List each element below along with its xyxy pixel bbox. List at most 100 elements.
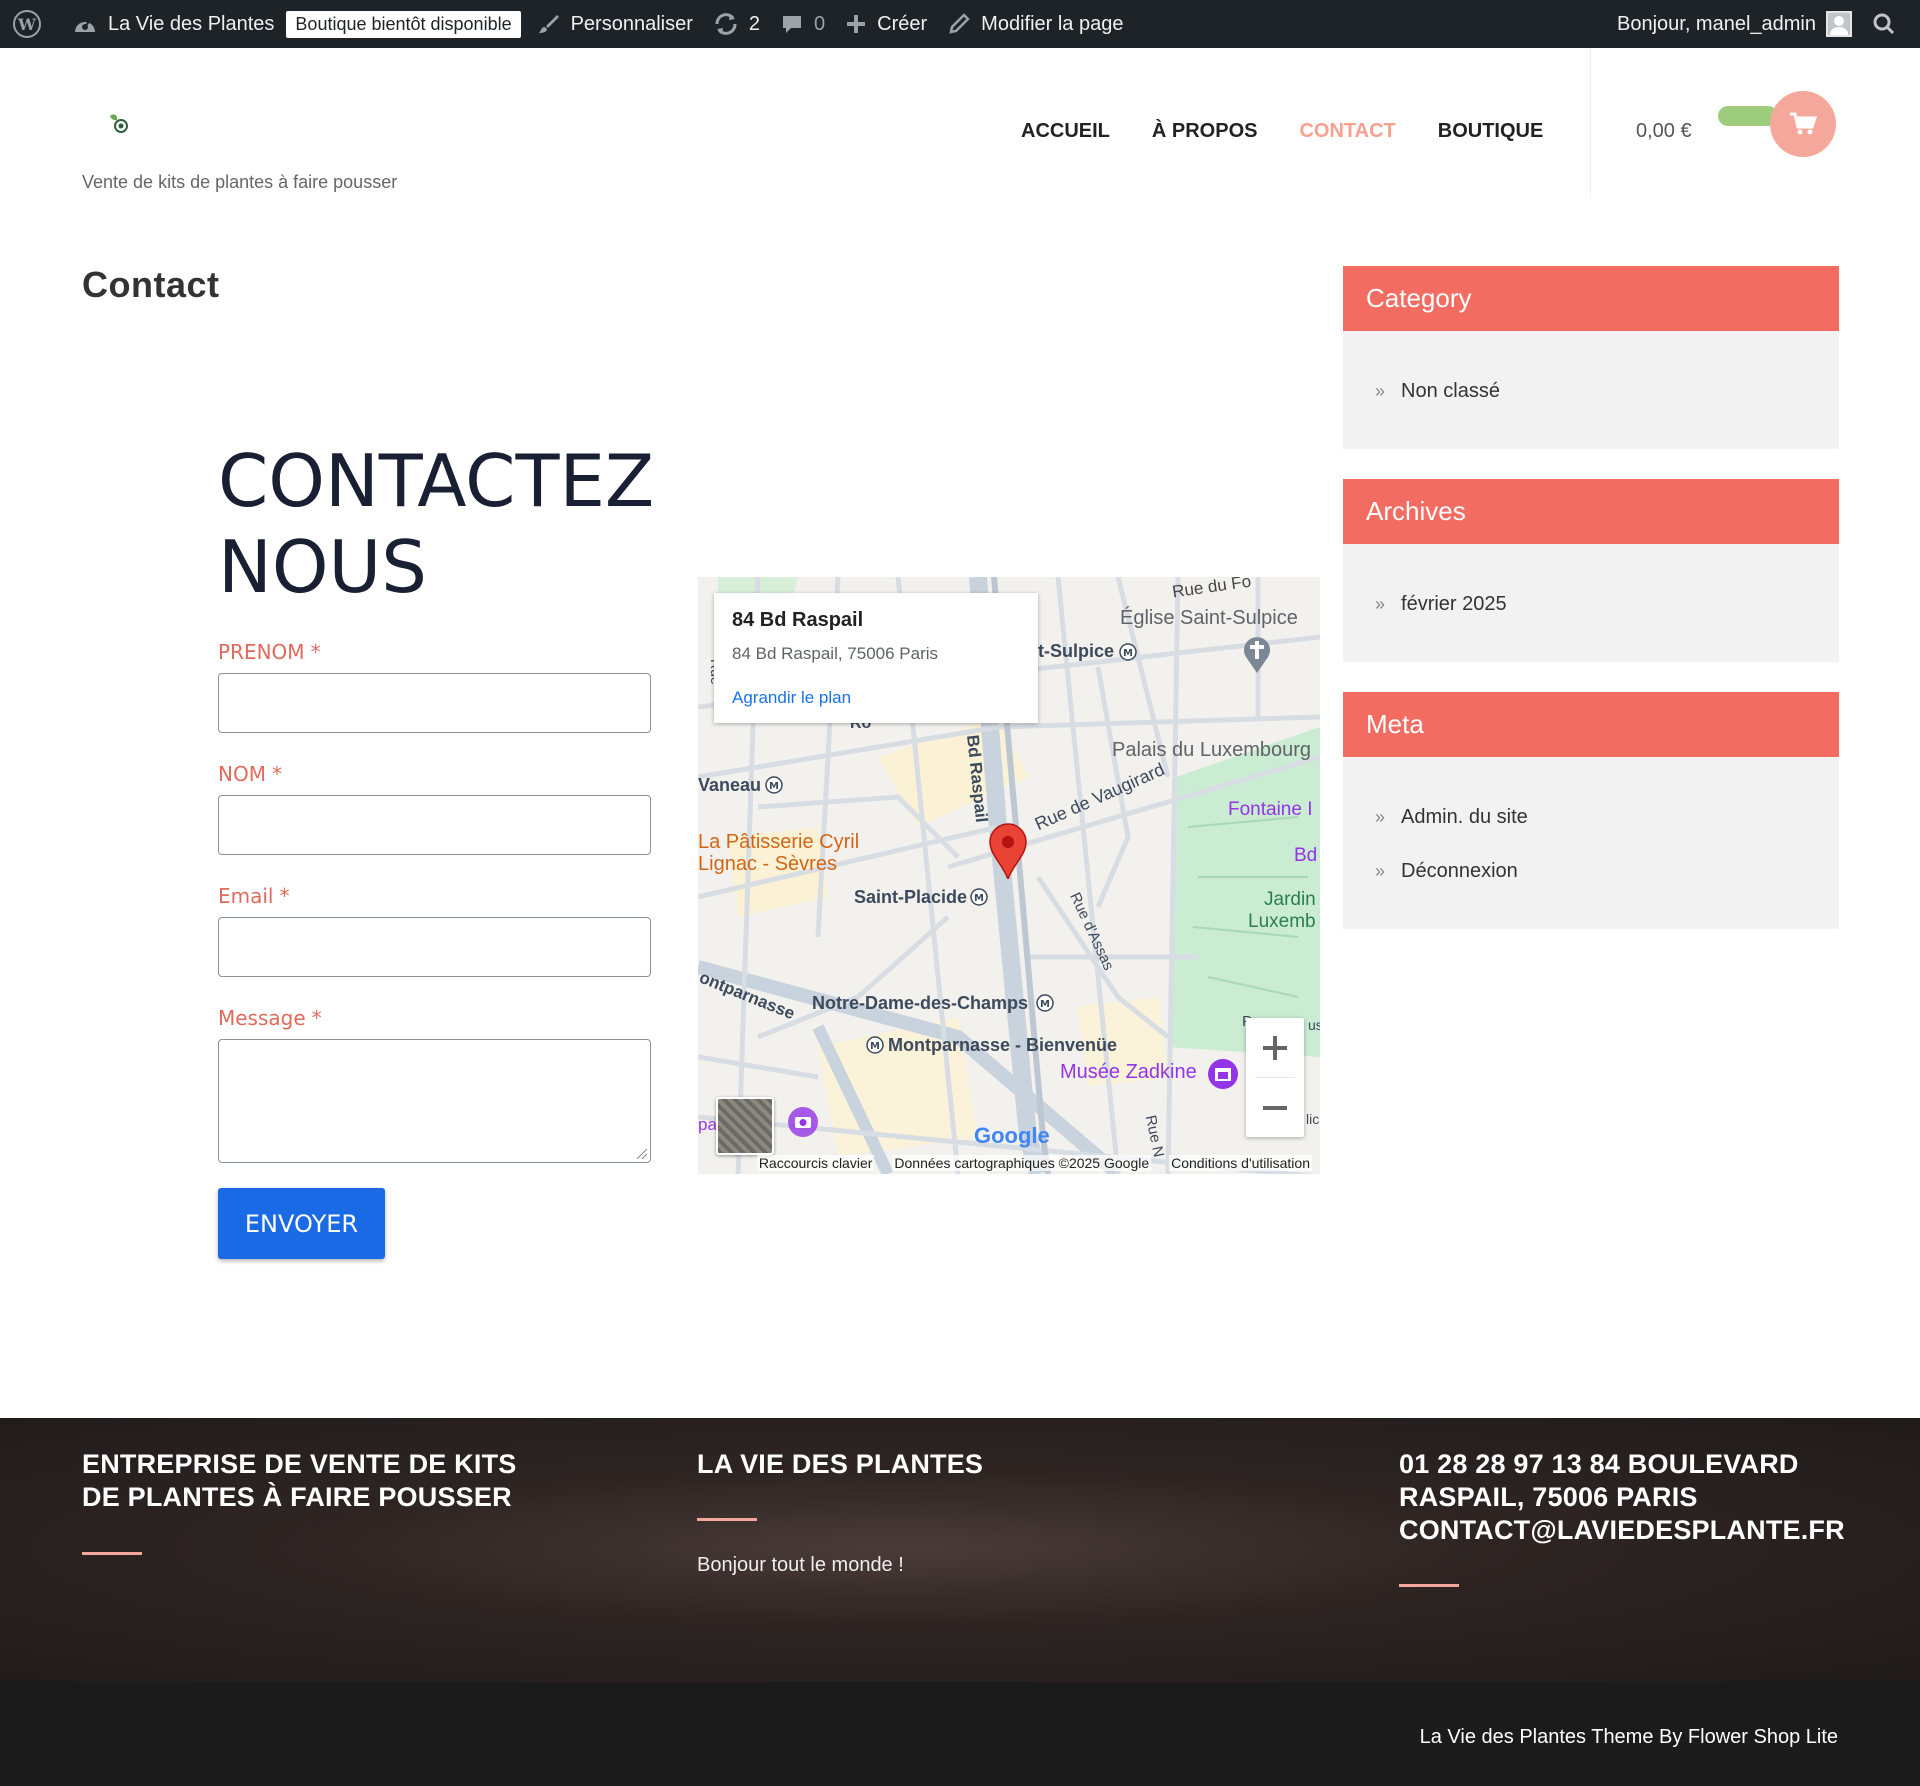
- map-label-fontaine[interactable]: Fontaine I: [1228, 799, 1313, 821]
- send-button[interactable]: ENVOYER: [218, 1188, 385, 1259]
- footer-underline: [697, 1518, 757, 1521]
- email-label: Email *: [218, 884, 290, 908]
- email-input[interactable]: [218, 917, 651, 977]
- satellite-toggle[interactable]: [716, 1097, 774, 1155]
- nav-item-a-propos[interactable]: À PROPOS: [1131, 120, 1279, 143]
- archive-item[interactable]: » février 2025: [1343, 577, 1839, 631]
- map-label-vaneau[interactable]: Vaneau: [698, 775, 761, 796]
- contact-heading-line2: NOUS: [218, 525, 427, 609]
- prenom-input[interactable]: [218, 673, 651, 733]
- footer-col-contact-title: 01 28 28 97 13 84 BOULEVARD RASPAIL, 750…: [1399, 1449, 1845, 1545]
- new-content-label: Créer: [877, 12, 928, 35]
- contact-heading: CONTACTEZ NOUS: [218, 438, 698, 610]
- map-pin-icon[interactable]: [988, 823, 1028, 879]
- map-label-montparnasse-station[interactable]: Montparnasse - Bienvenüe: [888, 1035, 1117, 1056]
- footer-post-link[interactable]: Bonjour tout le monde !: [697, 1554, 904, 1577]
- terms-link[interactable]: Conditions d'utilisation: [1169, 1155, 1312, 1171]
- account-menu[interactable]: Bonjour, manel_admin: [1607, 0, 1862, 48]
- svg-text:M: M: [1123, 648, 1133, 659]
- cart-decoration: [1718, 106, 1778, 126]
- site-logo[interactable]: [106, 110, 132, 141]
- meta-item-admin[interactable]: » Admin. du site: [1343, 790, 1839, 844]
- map-label-jardin2: Luxemb: [1248, 911, 1316, 932]
- metro-icon: M: [1119, 643, 1137, 661]
- chevron-right-icon: »: [1375, 860, 1386, 881]
- prenom-label: PRENOM *: [218, 640, 321, 664]
- site-name-menu[interactable]: La Vie des Plantes: [62, 0, 284, 48]
- resize-handle[interactable]: [637, 1149, 647, 1159]
- map-label-musee[interactable]: Musée Zadkine: [1060, 1061, 1197, 1084]
- widget-meta: Meta » Admin. du site » Déconnexion: [1343, 692, 1839, 929]
- message-label-text: Message: [218, 1006, 306, 1030]
- cart-button[interactable]: [1770, 91, 1836, 157]
- updates-count: 2: [748, 12, 761, 35]
- map-label-st-sulpice[interactable]: t-Sulpice: [1038, 641, 1114, 662]
- category-item[interactable]: » Non classé: [1343, 364, 1839, 418]
- svg-text:M: M: [769, 781, 779, 792]
- meta-item-logout[interactable]: » Déconnexion: [1343, 844, 1839, 898]
- nav-item-accueil[interactable]: ACCUEIL: [1000, 120, 1131, 143]
- nom-label: NOM *: [218, 762, 282, 786]
- message-textarea[interactable]: [218, 1039, 651, 1163]
- map-label-jardin1: Jardin: [1264, 889, 1316, 910]
- widget-title: Meta: [1343, 692, 1839, 757]
- wordpress-icon: W: [13, 10, 41, 38]
- camera-poi-icon[interactable]: [786, 1105, 820, 1139]
- map-label-eglise[interactable]: Église Saint-Sulpice: [1120, 607, 1298, 630]
- museum-icon[interactable]: [1206, 1057, 1240, 1091]
- edit-page-link[interactable]: Modifier la page: [937, 0, 1133, 48]
- required-marker: *: [271, 762, 282, 786]
- chevron-right-icon: »: [1375, 380, 1386, 401]
- enlarge-map-link[interactable]: Agrandir le plan: [732, 688, 851, 708]
- zoom-in-button[interactable]: [1246, 1018, 1304, 1077]
- footer-underline: [1399, 1584, 1459, 1587]
- comments-count: 0: [814, 12, 826, 35]
- keyboard-shortcuts-link[interactable]: Raccourcis clavier: [756, 1155, 875, 1171]
- widget-title: Category: [1343, 266, 1839, 331]
- comment-icon: [783, 16, 802, 33]
- customize-label: Personnaliser: [570, 12, 693, 35]
- metro-icon: M: [765, 776, 783, 794]
- shop-status-badge[interactable]: Boutique bientôt disponible: [286, 10, 521, 38]
- map-label-pa: pa: [698, 1115, 717, 1134]
- copyright[interactable]: La Vie des Plantes Theme By Flower Shop …: [1420, 1726, 1838, 1749]
- footer-bottom: La Vie des Plantes Theme By Flower Shop …: [0, 1682, 1920, 1786]
- map-label-patisserie2[interactable]: Lignac - Sèvres: [698, 853, 837, 876]
- chevron-right-icon: »: [1375, 806, 1386, 827]
- new-content-menu[interactable]: Créer: [835, 0, 937, 48]
- google-map[interactable]: Rue du Fo Église Saint-Sulpice t-Sulpice…: [698, 577, 1320, 1174]
- nav-item-boutique[interactable]: BOUTIQUE: [1417, 120, 1565, 143]
- map-label-saint-placide[interactable]: Saint-Placide: [854, 887, 967, 908]
- site-tagline: Vente de kits de plantes à faire pousser: [82, 172, 398, 192]
- nom-input[interactable]: [218, 795, 651, 855]
- wordpress-menu[interactable]: W: [0, 0, 62, 48]
- map-label-palais[interactable]: Palais du Luxembourg: [1112, 739, 1311, 762]
- pencil-icon: [949, 13, 970, 34]
- category-item-label: Non classé: [1401, 379, 1500, 402]
- svg-text:M: M: [870, 1041, 880, 1052]
- main-nav: ACCUEIL À PROPOS CONTACT BOUTIQUE: [1000, 120, 1564, 143]
- nav-item-contact[interactable]: CONTACT: [1278, 120, 1416, 143]
- zoom-controls: [1246, 1018, 1304, 1137]
- map-label-patisserie1[interactable]: La Pâtisserie Cyril: [698, 831, 859, 854]
- map-label-bd: Bd: [1294, 845, 1318, 866]
- cart-icon: [1790, 112, 1817, 135]
- message-label: Message *: [218, 1006, 322, 1030]
- admin-bar: W La Vie des Plantes Boutique bientôt di…: [0, 0, 1920, 48]
- map-footer: Raccourcis clavier Données cartographiqu…: [698, 1152, 1320, 1174]
- church-icon[interactable]: [1240, 633, 1274, 673]
- metro-icon: M: [970, 888, 988, 906]
- cart-total[interactable]: 0,00 €: [1636, 120, 1692, 143]
- admin-search[interactable]: [1862, 0, 1920, 48]
- updates-link[interactable]: 2: [703, 0, 770, 48]
- required-marker: *: [311, 1006, 322, 1030]
- avatar: [1826, 11, 1852, 37]
- widget-category: Category » Non classé: [1343, 266, 1839, 449]
- zoom-out-button[interactable]: [1246, 1078, 1304, 1137]
- customize-link[interactable]: Personnaliser: [527, 0, 703, 48]
- comments-link[interactable]: 0: [770, 0, 835, 48]
- zoom-out-icon: [1263, 1105, 1287, 1110]
- brush-icon: [538, 15, 559, 33]
- map-label-notre-dame[interactable]: Notre-Dame-des-Champs: [812, 993, 1028, 1014]
- place-title: 84 Bd Raspail: [732, 609, 864, 631]
